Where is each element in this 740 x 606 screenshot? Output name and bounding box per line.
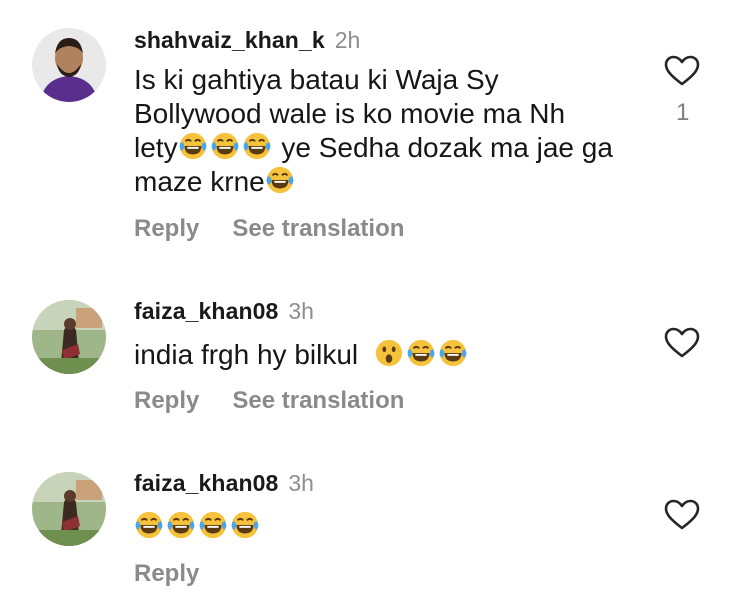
reply-button[interactable]: Reply — [134, 560, 199, 588]
comment-actions: Reply See translation — [134, 215, 404, 243]
avatar[interactable] — [32, 300, 106, 374]
laughing-tears-emoji — [178, 131, 208, 161]
username[interactable]: shahvaiz_khan_k — [134, 27, 325, 54]
heart-outline-icon[interactable] — [664, 499, 700, 531]
comment-text: india frgh hy bilkul — [134, 338, 654, 372]
reply-button[interactable]: Reply — [134, 387, 199, 415]
text-fragment: india frgh hy bilkul — [134, 339, 359, 370]
laughing-tears-emoji — [166, 510, 196, 540]
laughing-tears-emoji — [242, 131, 272, 161]
timestamp: 3h — [288, 298, 314, 324]
surprised-face-emoji — [374, 338, 404, 368]
username-row: faiza_khan08 3h — [134, 470, 314, 497]
avatar[interactable] — [32, 472, 106, 546]
username[interactable]: faiza_khan08 — [134, 470, 278, 497]
comment-actions: Reply — [134, 560, 199, 588]
text-line: Is ki gahtiya batau ki Waja Sy — [134, 64, 499, 95]
laughing-tears-emoji — [265, 165, 295, 195]
laughing-tears-emoji — [406, 338, 436, 368]
heart-outline-icon[interactable] — [664, 327, 700, 359]
avatar[interactable] — [32, 28, 106, 102]
text-line: lety ye Sedha dozak ma jae ga — [134, 131, 654, 165]
laughing-tears-emoji — [210, 131, 240, 161]
timestamp: 3h — [288, 470, 314, 496]
comment-text — [134, 510, 654, 544]
heart-outline-icon[interactable] — [664, 55, 700, 87]
avatar-photo — [32, 300, 106, 374]
laughing-tears-emoji — [438, 338, 468, 368]
laughing-tears-emoji — [198, 510, 228, 540]
username-row: shahvaiz_khan_k 2h — [134, 27, 360, 54]
text-line: Bollywood wale is ko movie ma Nh — [134, 98, 566, 129]
avatar-photo — [32, 472, 106, 546]
avatar-photo — [32, 28, 106, 102]
see-translation-button[interactable]: See translation — [232, 387, 404, 415]
laughing-tears-emoji — [230, 510, 260, 540]
text-line: maze krne — [134, 165, 654, 199]
username[interactable]: faiza_khan08 — [134, 298, 278, 325]
comment-actions: Reply See translation — [134, 387, 404, 415]
see-translation-button[interactable]: See translation — [232, 215, 404, 243]
timestamp: 2h — [334, 27, 361, 53]
text-fragment: maze krne — [134, 166, 265, 197]
reply-button[interactable]: Reply — [134, 215, 199, 243]
like-count[interactable]: 1 — [676, 99, 689, 127]
comment-text: Is ki gahtiya batau ki Waja Sy Bollywood… — [134, 63, 654, 199]
laughing-tears-emoji — [134, 510, 164, 540]
text-fragment: ye Sedha dozak ma jae ga — [273, 132, 613, 163]
text-fragment: lety — [134, 132, 178, 163]
username-row: faiza_khan08 3h — [134, 298, 314, 325]
